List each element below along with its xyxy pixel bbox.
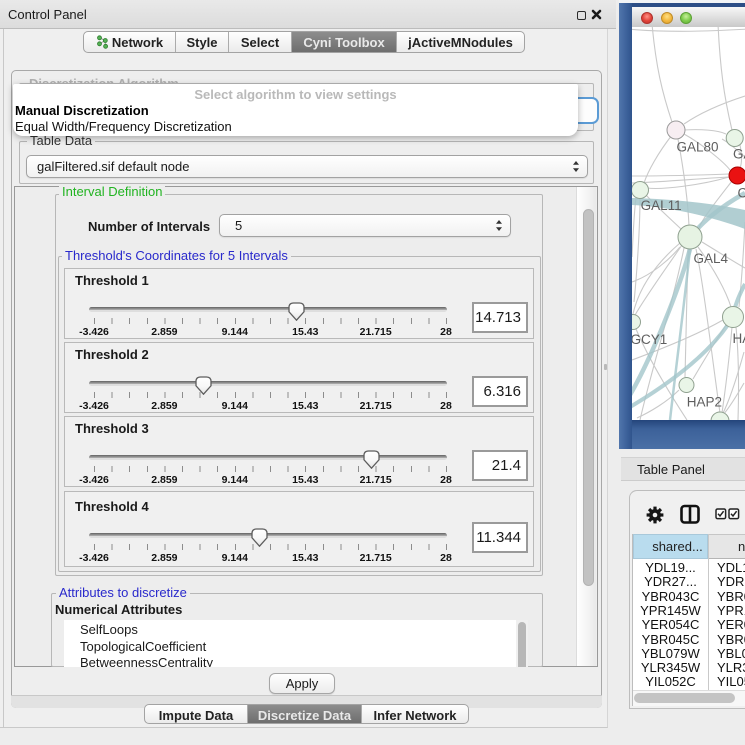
- svg-text:HA: HA: [733, 331, 745, 346]
- svg-text:HAP2: HAP2: [687, 395, 722, 410]
- svg-text:GAL80: GAL80: [677, 140, 719, 155]
- svg-text:GCY1: GCY1: [632, 332, 667, 347]
- svg-text:CD: CD: [738, 186, 745, 201]
- svg-text:GAL11: GAL11: [641, 198, 682, 213]
- svg-text:GAL4: GAL4: [694, 251, 729, 266]
- svg-text:GA: GA: [733, 147, 745, 162]
